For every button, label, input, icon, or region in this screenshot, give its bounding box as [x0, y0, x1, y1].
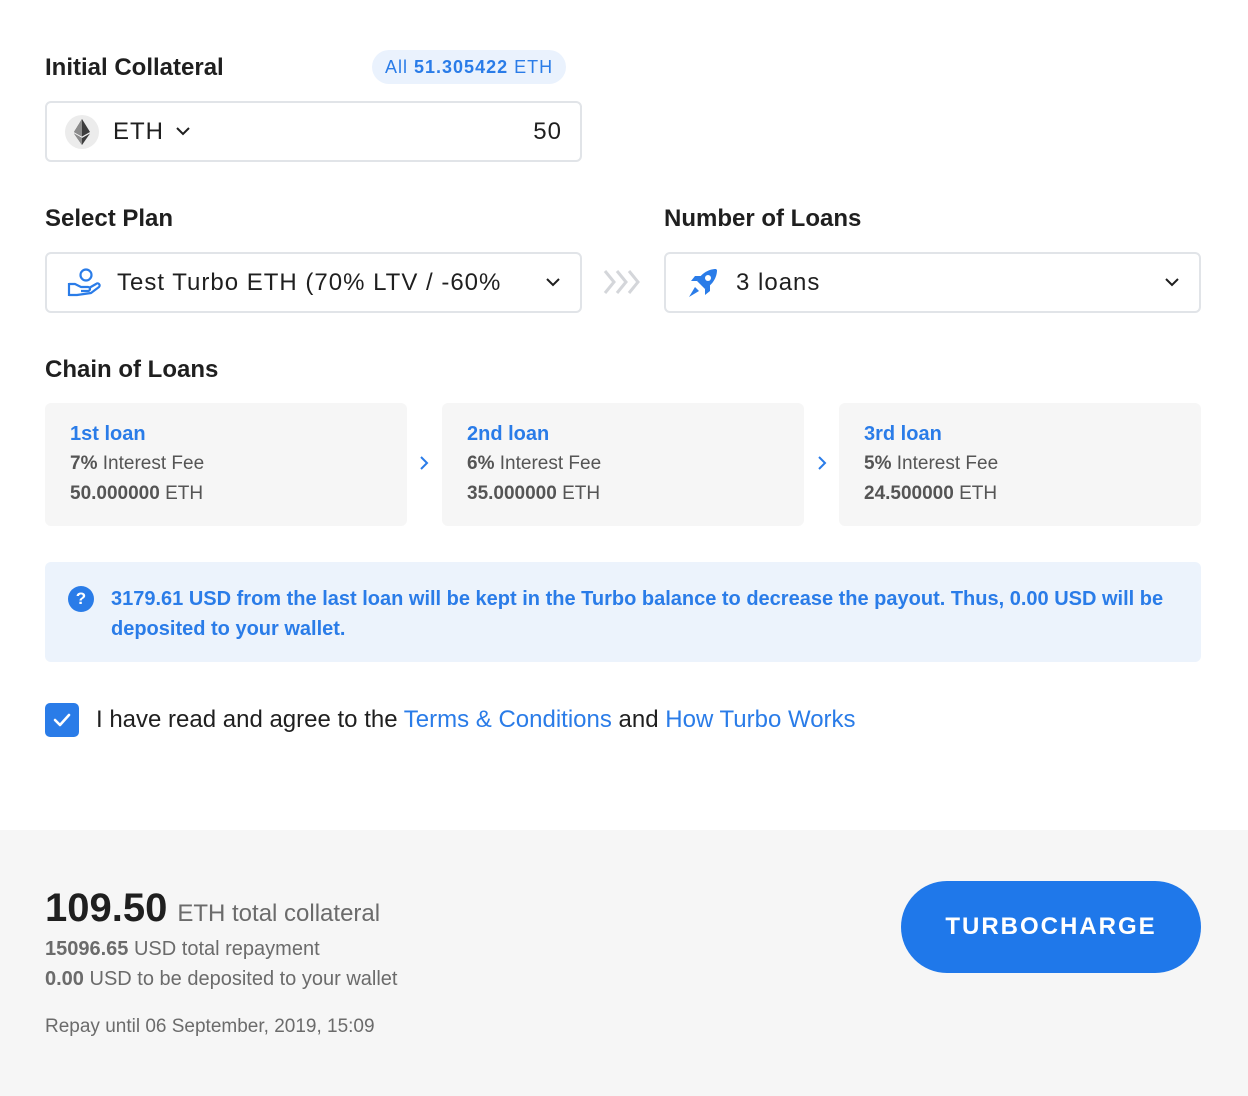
- agreement-middle: and: [618, 706, 659, 733]
- rocket-icon: [686, 266, 720, 300]
- loan-fee-row: 7% Interest Fee: [70, 452, 382, 476]
- total-collateral-label: ETH total collateral: [177, 900, 381, 927]
- collateral-input-group: ETH: [45, 101, 582, 162]
- total-collateral: 109.50 ETH total collateral: [45, 886, 380, 931]
- use-all-balance-button[interactable]: All 51.305422 ETH: [372, 50, 567, 84]
- total-repayment: 15096.65 USD total repayment: [45, 938, 320, 961]
- eth-icon: [65, 114, 99, 149]
- notice-text: 3179.61 USD from the last loan will be k…: [111, 588, 1164, 640]
- chevron-right-icon: [817, 455, 827, 476]
- plan-label: Select Plan: [45, 205, 174, 232]
- loan-title: 3rd loan: [864, 423, 942, 445]
- loan-unit: ETH: [959, 483, 998, 504]
- repayment-value: 15096.65: [45, 938, 129, 960]
- deposit-value: 0.00: [45, 968, 84, 990]
- deposit-label: USD to be deposited to your wallet: [89, 968, 398, 990]
- loan-card-1: 1st loan 7% Interest Fee 50.000000 ETH: [45, 403, 407, 526]
- loan-amount-row: 35.000000 ETH: [467, 482, 779, 506]
- loan-amount-row: 50.000000 ETH: [70, 482, 382, 506]
- loan-fee: 5%: [864, 453, 892, 474]
- collateral-amount-input[interactable]: [362, 117, 562, 146]
- how-turbo-works-link[interactable]: How Turbo Works: [665, 706, 855, 733]
- question-icon: ?: [68, 586, 94, 612]
- loan-amount: 35.000000: [467, 483, 557, 504]
- hand-coin-icon: [67, 267, 101, 298]
- all-unit: ETH: [514, 56, 554, 77]
- loan-fee: 6%: [467, 453, 495, 474]
- currency-label: ETH: [113, 117, 164, 145]
- chevron-down-icon: [546, 278, 560, 287]
- repayment-label: USD total repayment: [133, 938, 320, 960]
- deposit-amount: 0.00 USD to be deposited to your wallet: [45, 968, 397, 991]
- agreement-checkbox[interactable]: [45, 703, 79, 737]
- loan-title: 2nd loan: [467, 423, 550, 445]
- chevron-down-icon: [1165, 278, 1179, 287]
- loan-title: 1st loan: [70, 423, 146, 445]
- loan-fee-label: Interest Fee: [499, 453, 602, 474]
- loan-fee-label: Interest Fee: [896, 453, 999, 474]
- loan-amount: 24.500000: [864, 483, 954, 504]
- loan-fee-row: 5% Interest Fee: [864, 452, 1176, 476]
- chevron-right-icon: [419, 455, 429, 476]
- loans-selected-label: 3 loans: [736, 268, 821, 296]
- chain-label: Chain of Loans: [45, 356, 219, 383]
- all-amount: 51.305422: [414, 56, 509, 77]
- loan-fee-row: 6% Interest Fee: [467, 452, 779, 476]
- turbocharge-button[interactable]: TURBOCHARGE: [901, 881, 1201, 973]
- loan-amount-row: 24.500000 ETH: [864, 482, 1176, 506]
- loan-unit: ETH: [165, 483, 204, 504]
- check-icon: [53, 713, 71, 727]
- chevron-down-icon: [176, 127, 190, 136]
- triple-chevron-right-icon: [602, 268, 642, 301]
- loan-unit: ETH: [562, 483, 601, 504]
- plan-selected-label: Test Turbo ETH (70% LTV / -60%: [117, 268, 502, 296]
- repay-until: Repay until 06 September, 2019, 15:09: [45, 1016, 375, 1037]
- total-collateral-value: 109.50: [45, 886, 168, 930]
- loans-select[interactable]: 3 loans: [664, 252, 1201, 313]
- summary-footer: 109.50 ETH total collateral 15096.65 USD…: [0, 830, 1248, 1096]
- all-prefix: All: [385, 56, 409, 77]
- agreement-prefix: I have read and agree to the: [96, 706, 398, 733]
- loans-label: Number of Loans: [664, 205, 862, 232]
- loan-fee: 7%: [70, 453, 98, 474]
- loan-amount: 50.000000: [70, 483, 160, 504]
- collateral-label: Initial Collateral: [45, 54, 224, 81]
- plan-select[interactable]: Test Turbo ETH (70% LTV / -60%: [45, 252, 582, 313]
- terms-link[interactable]: Terms & Conditions: [404, 706, 612, 733]
- loan-fee-label: Interest Fee: [102, 453, 205, 474]
- agreement-row: I have read and agree to the Terms & Con…: [45, 703, 856, 737]
- info-notice: ? 3179.61 USD from the last loan will be…: [45, 562, 1201, 662]
- loan-card-3: 3rd loan 5% Interest Fee 24.500000 ETH: [839, 403, 1201, 526]
- agreement-text: I have read and agree to the Terms & Con…: [96, 706, 856, 734]
- currency-selector[interactable]: ETH: [113, 118, 190, 146]
- loan-card-2: 2nd loan 6% Interest Fee 35.000000 ETH: [442, 403, 804, 526]
